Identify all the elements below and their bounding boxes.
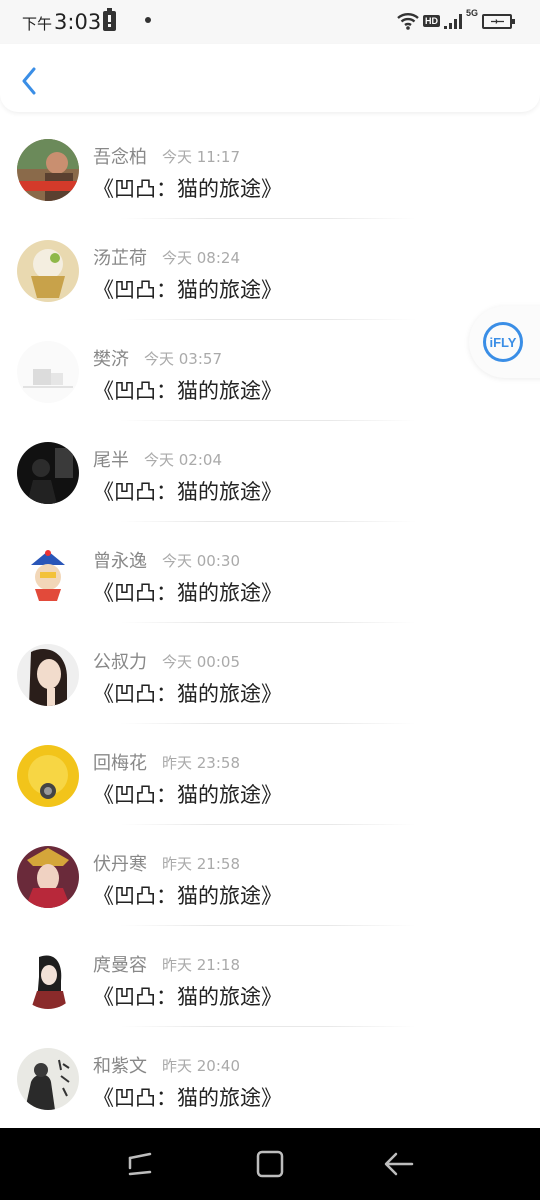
message-text: 《凹凸：猫的旅途》	[93, 177, 282, 201]
message-time: 今天 00:30	[162, 552, 240, 570]
network-type-label: 5G	[465, 8, 478, 18]
sender-name: 樊济	[93, 349, 129, 370]
sender-name: 公叔力	[93, 652, 147, 673]
status-indicators: HD 5G	[397, 8, 515, 32]
message-text: 《凹凸：猫的旅途》	[93, 278, 282, 302]
message-time: 今天 11:17	[162, 148, 240, 166]
avatar	[17, 442, 79, 504]
status-clock: 下午 3:03	[22, 10, 101, 34]
message-text: 《凹凸：猫的旅途》	[93, 985, 282, 1009]
avatar	[17, 644, 79, 706]
sender-name: 尾半	[93, 450, 129, 471]
list-item[interactable]: 汤芷荷 今天 08:24 《凹凸：猫的旅途》	[0, 219, 540, 320]
ifly-logo-icon: iFLY	[483, 322, 523, 362]
avatar	[17, 240, 79, 302]
back-arrow-icon	[384, 1152, 414, 1176]
system-navigation-bar	[0, 1128, 540, 1200]
message-time: 今天 08:24	[162, 249, 240, 267]
status-bar: 下午 3:03 HD 5G	[0, 0, 540, 44]
hd-badge: HD	[422, 15, 440, 27]
avatar	[17, 947, 79, 1009]
home-icon	[256, 1150, 284, 1178]
message-time: 昨天 23:58	[162, 754, 240, 772]
message-text: 《凹凸：猫的旅途》	[93, 783, 282, 807]
sender-name: 伏丹寒	[93, 854, 147, 875]
recent-apps-icon	[128, 1152, 152, 1176]
ifly-float-button[interactable]: iFLY	[469, 306, 540, 378]
avatar	[17, 846, 79, 908]
home-button[interactable]	[250, 1146, 290, 1182]
list-item[interactable]: 尾半 今天 02:04 《凹凸：猫的旅途》	[0, 421, 540, 522]
list-item[interactable]: 樊济 今天 03:57 《凹凸：猫的旅途》	[0, 320, 540, 421]
message-text: 《凹凸：猫的旅途》	[93, 884, 282, 908]
message-text: 《凹凸：猫的旅途》	[93, 581, 282, 605]
sender-name: 庹曼容	[93, 955, 147, 976]
sender-name: 和紫文	[93, 1056, 147, 1077]
message-time: 今天 00:05	[162, 653, 240, 671]
sender-name: 曾永逸	[93, 551, 147, 572]
message-text: 《凹凸：猫的旅途》	[93, 480, 282, 504]
status-ampm: 下午	[22, 15, 53, 33]
message-text: 《凹凸：猫的旅途》	[93, 379, 282, 403]
recent-apps-button[interactable]	[120, 1146, 160, 1182]
battery-icon	[482, 13, 515, 29]
avatar	[17, 341, 79, 403]
list-item[interactable]: 庹曼容 昨天 21:18 《凹凸：猫的旅途》	[0, 926, 540, 1027]
message-time: 昨天 21:18	[162, 956, 240, 974]
message-time: 今天 02:04	[144, 451, 222, 469]
signal-strength-icon	[443, 13, 462, 29]
back-button[interactable]	[14, 64, 44, 98]
sender-name: 回梅花	[93, 753, 147, 774]
chevron-left-icon	[22, 67, 36, 95]
battery-alert-icon	[103, 8, 116, 31]
sender-name: 汤芷荷	[93, 248, 147, 269]
message-time: 今天 03:57	[144, 350, 222, 368]
avatar	[17, 543, 79, 605]
ifly-label: iFLY	[489, 334, 517, 350]
list-item[interactable]: 和紫文 昨天 20:40 《凹凸：猫的旅途》	[0, 1027, 540, 1128]
message-text: 《凹凸：猫的旅途》	[93, 682, 282, 706]
wifi-icon	[397, 13, 419, 30]
sender-name: 吾念柏	[93, 147, 147, 168]
message-text: 《凹凸：猫的旅途》	[93, 1086, 282, 1110]
top-navigation	[0, 44, 540, 112]
avatar	[17, 1048, 79, 1110]
message-time: 昨天 20:40	[162, 1057, 240, 1075]
status-time: 3:03	[54, 10, 102, 34]
avatar	[17, 745, 79, 807]
back-nav-button[interactable]	[378, 1146, 418, 1182]
list-item[interactable]: 吾念柏 今天 11:17 《凹凸：猫的旅途》	[0, 118, 540, 219]
list-item[interactable]: 回梅花 昨天 23:58 《凹凸：猫的旅途》	[0, 724, 540, 825]
message-list: 吾念柏 今天 11:17 《凹凸：猫的旅途》 汤芷荷 今天 08:24 《凹凸：…	[0, 118, 540, 1128]
list-item[interactable]: 伏丹寒 昨天 21:58 《凹凸：猫的旅途》	[0, 825, 540, 926]
message-time: 昨天 21:58	[162, 855, 240, 873]
avatar	[17, 139, 79, 201]
notification-dot-icon	[145, 17, 151, 23]
list-item[interactable]: 曾永逸 今天 00:30 《凹凸：猫的旅途》	[0, 522, 540, 623]
list-item[interactable]: 公叔力 今天 00:05 《凹凸：猫的旅途》	[0, 623, 540, 724]
